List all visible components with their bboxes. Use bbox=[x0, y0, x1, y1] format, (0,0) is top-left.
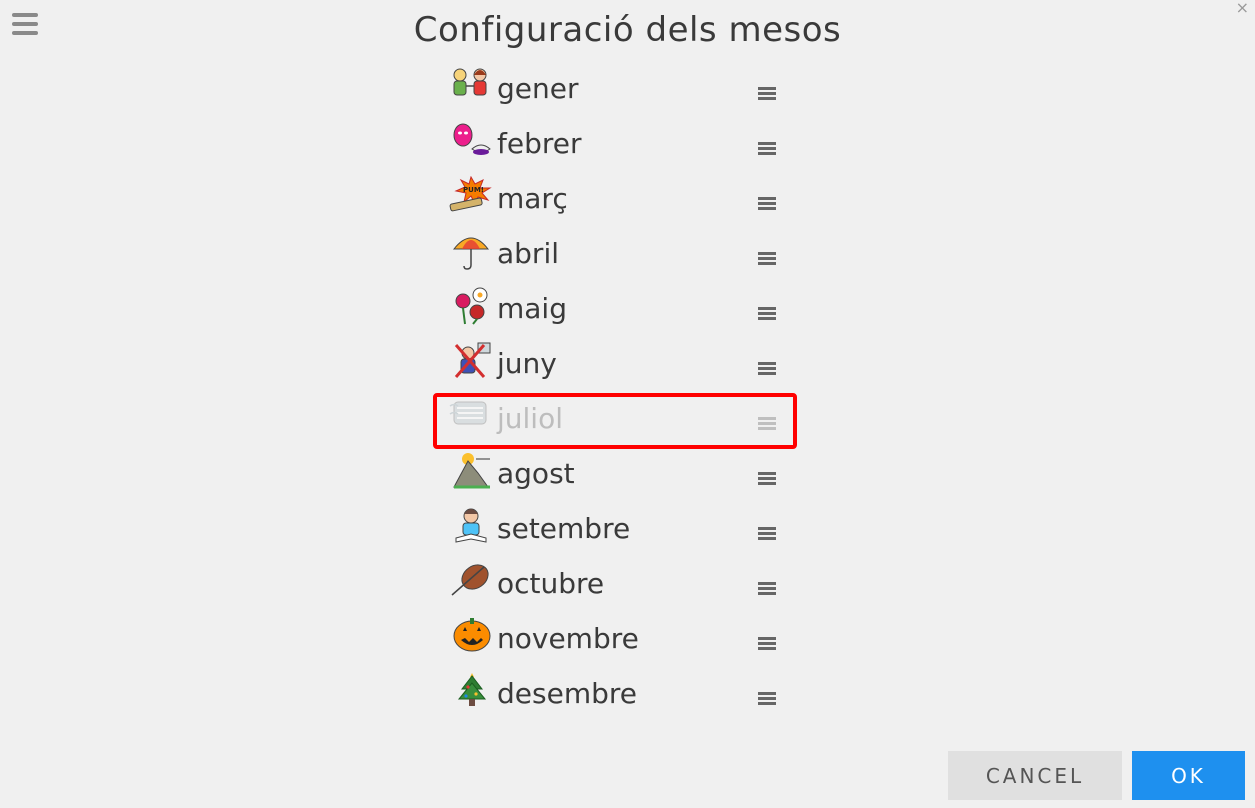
drag-handle-icon[interactable] bbox=[758, 525, 778, 543]
wind-heat-icon bbox=[448, 396, 494, 436]
pum-text: PUM! bbox=[463, 186, 484, 194]
month-label: febrer bbox=[497, 127, 582, 160]
people-greeting-icon bbox=[448, 66, 494, 106]
month-item-desembre[interactable]: desembre bbox=[440, 671, 800, 726]
month-item-abril[interactable]: abril bbox=[440, 231, 800, 286]
drag-handle-icon[interactable] bbox=[758, 470, 778, 488]
cancel-button[interactable]: CANCEL bbox=[948, 751, 1122, 800]
month-label: maig bbox=[497, 292, 567, 325]
month-item-setembre[interactable]: setembre bbox=[440, 506, 800, 561]
month-label: març bbox=[497, 182, 568, 215]
month-list: gener febrer PUM! març abril maig juny j… bbox=[433, 66, 800, 726]
month-item-gener[interactable]: gener bbox=[440, 66, 800, 121]
month-label: agost bbox=[497, 457, 575, 490]
month-item-febrer[interactable]: febrer bbox=[440, 121, 800, 176]
christmas-tree-icon bbox=[448, 671, 494, 711]
month-item-agost[interactable]: agost bbox=[440, 451, 800, 506]
month-item-juny[interactable]: juny bbox=[440, 341, 800, 396]
drag-handle-icon[interactable] bbox=[758, 360, 778, 378]
mountain-sun-icon bbox=[448, 451, 494, 491]
drag-handle-icon[interactable] bbox=[758, 85, 778, 103]
drag-handle-icon[interactable] bbox=[758, 415, 778, 433]
carnival-mask-icon bbox=[448, 121, 494, 161]
month-label: juny bbox=[497, 347, 557, 380]
page-title: Configuració dels mesos bbox=[413, 10, 842, 50]
firecracker-pum-icon: PUM! bbox=[448, 175, 494, 216]
month-item-marc[interactable]: PUM! març bbox=[440, 175, 800, 231]
drag-handle-icon[interactable] bbox=[758, 140, 778, 158]
autumn-leaf-icon bbox=[448, 561, 494, 601]
month-item-juliol[interactable]: juliol bbox=[433, 393, 800, 451]
month-label: octubre bbox=[497, 567, 605, 600]
month-item-maig[interactable]: maig bbox=[440, 286, 800, 341]
month-label: abril bbox=[497, 237, 560, 270]
pumpkin-icon bbox=[448, 616, 494, 656]
child-reading-icon bbox=[448, 506, 494, 546]
drag-handle-icon[interactable] bbox=[758, 635, 778, 653]
month-label: gener bbox=[497, 72, 579, 105]
flowers-icon bbox=[448, 286, 494, 326]
month-item-novembre[interactable]: novembre bbox=[440, 616, 800, 671]
drag-handle-icon[interactable] bbox=[758, 580, 778, 598]
drag-handle-icon[interactable] bbox=[758, 250, 778, 268]
month-label: novembre bbox=[497, 622, 639, 655]
no-school-icon bbox=[448, 341, 494, 381]
month-label: setembre bbox=[497, 512, 631, 545]
ok-button[interactable]: OK bbox=[1132, 751, 1245, 800]
drag-handle-icon[interactable] bbox=[758, 195, 778, 213]
drag-handle-icon[interactable] bbox=[758, 305, 778, 323]
umbrella-icon bbox=[448, 231, 494, 271]
month-label: juliol bbox=[497, 402, 563, 435]
month-item-octubre[interactable]: octubre bbox=[440, 561, 800, 616]
drag-handle-icon[interactable] bbox=[758, 690, 778, 708]
month-label: desembre bbox=[497, 677, 637, 710]
